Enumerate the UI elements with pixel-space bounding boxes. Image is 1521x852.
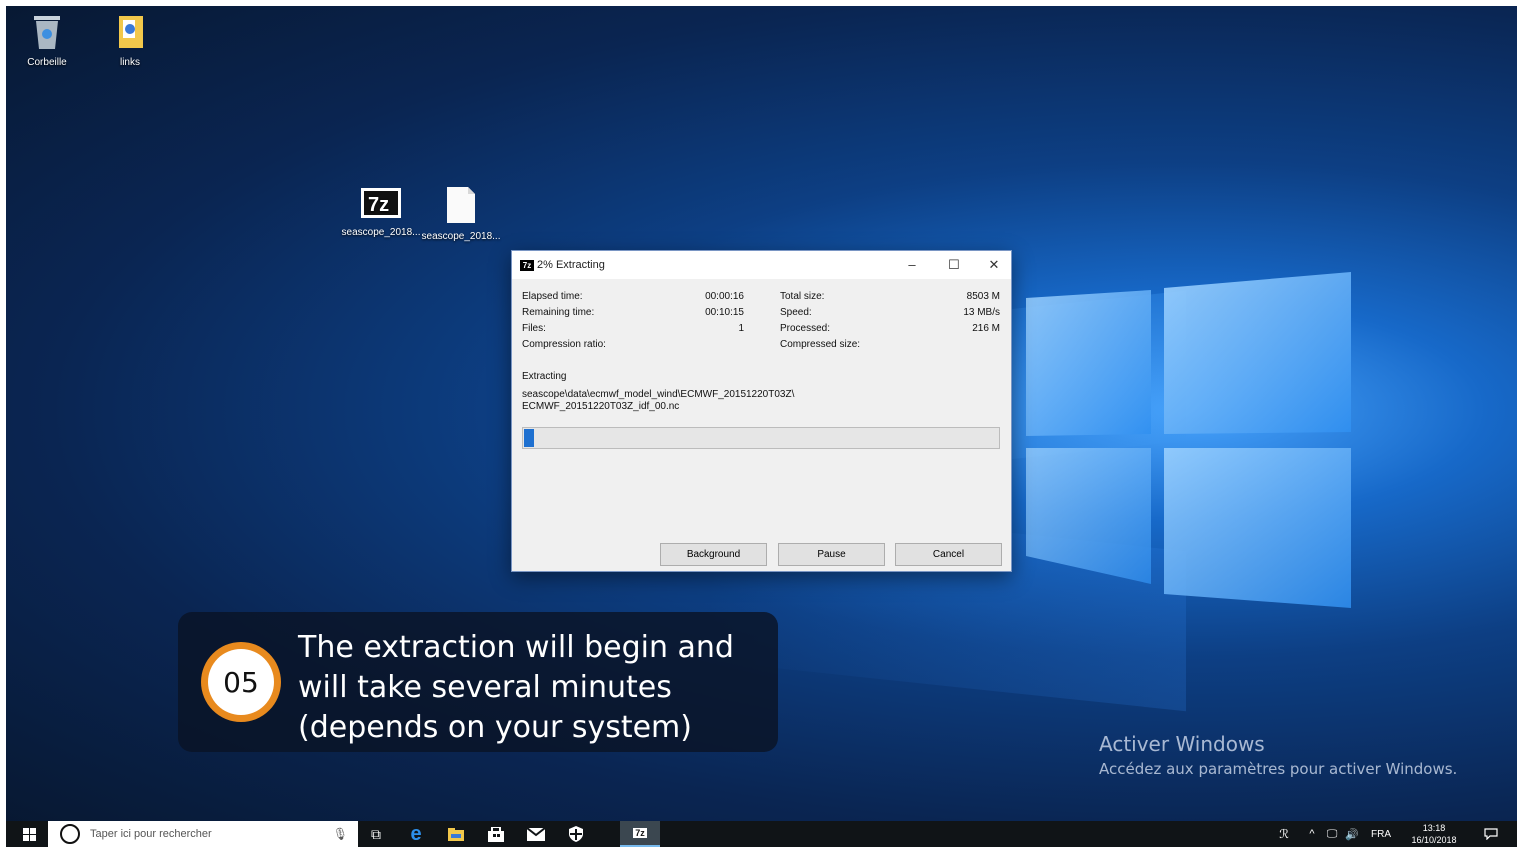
pause-button[interactable]: Pause xyxy=(778,543,885,566)
desktop-icon-archive[interactable]: 7z seascope_2018... xyxy=(336,186,426,238)
current-file-name: ECMWF_20151220T03Z_idf_00.nc xyxy=(522,401,680,412)
step-badge: 05 xyxy=(201,642,281,722)
activation-watermark: Activer Windows Accédez aux paramètres p… xyxy=(1099,732,1457,778)
stat-label: Elapsed time: xyxy=(522,291,583,302)
cancel-button[interactable]: Cancel xyxy=(895,543,1002,566)
stat-value: 1 xyxy=(738,323,744,334)
windows-start-icon xyxy=(22,827,36,841)
current-file-path: seascope\data\ecmwf_model_wind\ECMWF_201… xyxy=(522,389,795,400)
dialog-title: 2% Extracting xyxy=(537,259,605,271)
stat-value: 216 M xyxy=(972,323,1000,334)
chevron-up-icon[interactable]: ^ xyxy=(1302,821,1322,847)
stat-value: 8503 M xyxy=(966,291,1000,302)
desktop-icon-label: seascope_2018... xyxy=(341,227,421,238)
progress-bar xyxy=(522,427,1000,449)
microphone-icon[interactable]: 🎙 xyxy=(333,827,348,841)
activation-subtext: Accédez aux paramètres pour activer Wind… xyxy=(1099,760,1458,778)
stat-value: 13 MB/s xyxy=(963,307,1000,318)
7zip-icon: 7z xyxy=(520,259,534,271)
stat-label: Files: xyxy=(522,323,546,334)
7zip-taskbar-button[interactable]: 7z xyxy=(620,821,660,847)
stat-label: Compression ratio: xyxy=(522,339,606,350)
stat-value: 00:10:15 xyxy=(705,307,744,318)
stat-label: Compressed size: xyxy=(780,339,861,350)
step-number: 05 xyxy=(208,649,274,715)
stat-label: Processed: xyxy=(780,323,831,334)
callout-text: The extraction will begin and will take … xyxy=(298,630,734,745)
mail-icon[interactable] xyxy=(521,821,551,847)
desktop: Corbeille links 7z seascope_2018... seas… xyxy=(6,6,1517,847)
windows-logo-wallpaper xyxy=(1026,272,1351,608)
clock-time[interactable]: 13:18 xyxy=(1404,823,1464,833)
network-icon[interactable]: 🖵 xyxy=(1322,821,1342,847)
volume-icon[interactable]: 🔊 xyxy=(1342,821,1362,847)
task-view-icon[interactable]: ⧉ xyxy=(361,821,391,847)
start-button[interactable] xyxy=(14,821,44,847)
desktop-icon-label: links xyxy=(119,57,140,68)
extraction-dialog: 7z 2% Extracting – ☐ ✕ Elapsed time: 00:… xyxy=(511,250,1012,572)
progress-fill xyxy=(524,429,534,447)
file-explorer-icon[interactable] xyxy=(441,821,471,847)
desktop-icon-recycle-bin[interactable]: Corbeille xyxy=(6,12,92,68)
stat-label: Speed: xyxy=(780,307,812,318)
activation-heading: Activer Windows xyxy=(1099,732,1265,756)
svg-text:7z: 7z xyxy=(368,194,389,216)
desktop-icon-file[interactable]: seascope_2018... xyxy=(416,186,506,242)
7zip-icon: 7z xyxy=(633,828,647,838)
clock-date[interactable]: 16/10/2018 xyxy=(1404,835,1464,845)
stat-label: Remaining time: xyxy=(522,307,595,318)
cortana-icon xyxy=(60,824,80,844)
background-button[interactable]: Background xyxy=(660,543,767,566)
tutorial-callout: 05 The extraction will begin and will ta… xyxy=(178,612,778,752)
stat-value: 00:00:16 xyxy=(705,291,744,302)
search-placeholder: Taper ici pour rechercher xyxy=(90,828,212,840)
search-box[interactable]: Taper ici pour rechercher 🎙 xyxy=(48,821,358,847)
desktop-icon-links[interactable]: links xyxy=(85,12,175,68)
notification-center-icon[interactable] xyxy=(1476,821,1506,847)
stat-label: Total size: xyxy=(780,291,825,302)
recycle-bin-icon xyxy=(34,16,60,49)
minimize-button[interactable]: – xyxy=(892,255,932,275)
defender-icon[interactable] xyxy=(561,821,591,847)
language-indicator[interactable]: FRA xyxy=(1366,829,1396,840)
desktop-icon-label: Corbeille xyxy=(27,57,67,68)
desktop-icon-label: seascope_2018... xyxy=(421,231,501,242)
people-icon[interactable]: ℛ xyxy=(1272,821,1296,847)
folder-icon xyxy=(119,16,143,48)
blank-file-icon xyxy=(447,187,475,223)
maximize-button[interactable]: ☐ xyxy=(934,255,974,275)
action-label: Extracting xyxy=(522,371,567,382)
7zip-archive-icon: 7z xyxy=(361,188,401,218)
store-icon[interactable] xyxy=(481,821,511,847)
edge-icon[interactable]: e xyxy=(401,821,431,847)
taskbar: Taper ici pour rechercher 🎙 ⧉ e 7z ℛ ^ 🖵… xyxy=(6,821,1517,847)
close-button[interactable]: ✕ xyxy=(974,255,1014,275)
dialog-titlebar[interactable]: 7z 2% Extracting – ☐ ✕ xyxy=(512,251,1011,279)
